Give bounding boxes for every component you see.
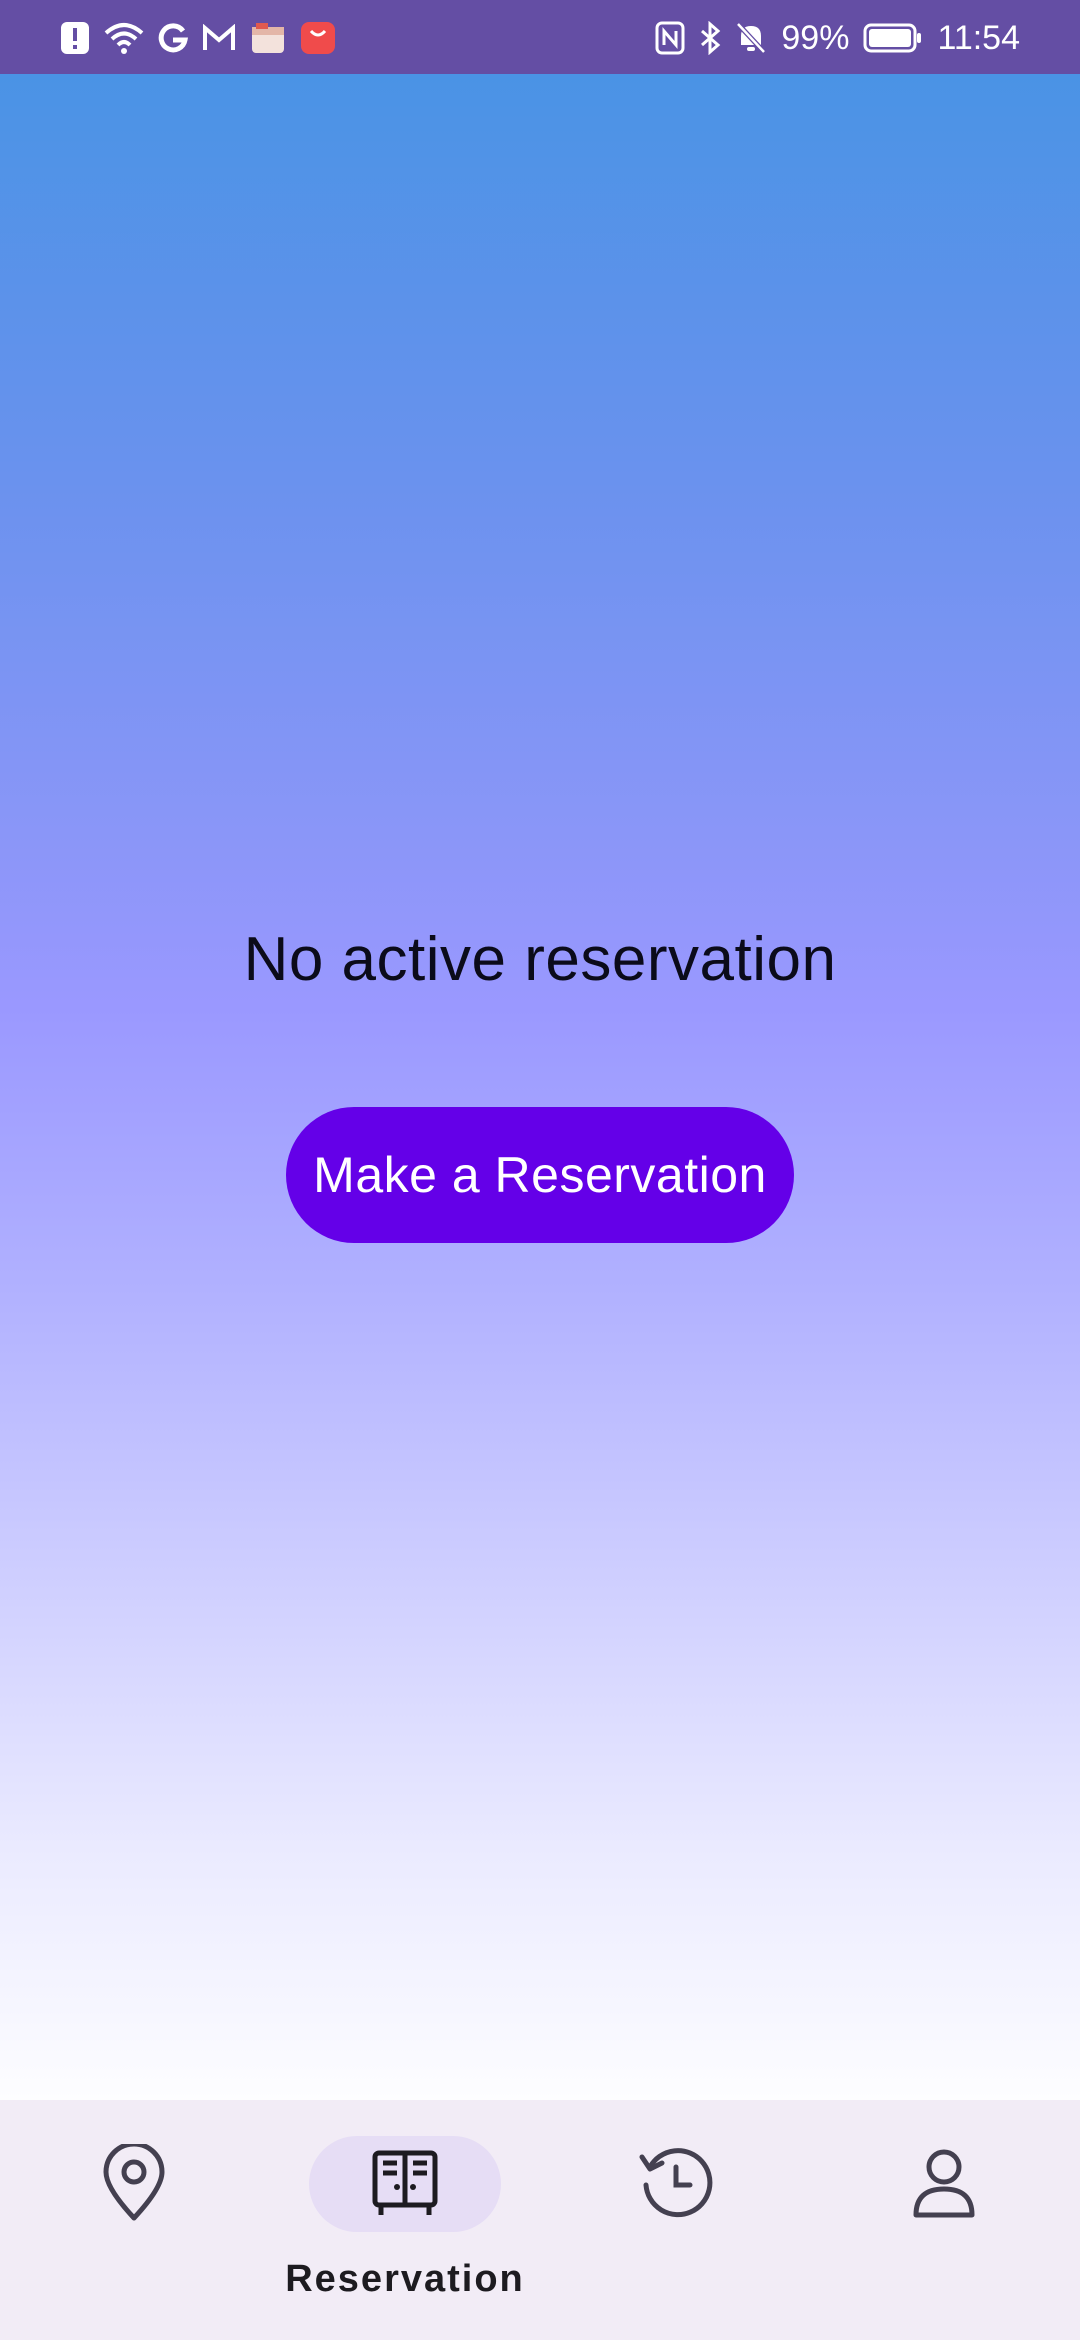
status-bar: 99% 11:54 xyxy=(0,0,1080,74)
google-icon xyxy=(158,20,188,56)
gmail-icon xyxy=(202,20,236,56)
status-right-icons: 99% 11:54 xyxy=(655,18,1020,58)
locker-icon xyxy=(365,2143,445,2223)
clock: 11:54 xyxy=(937,19,1020,57)
bluetooth-icon xyxy=(699,20,721,56)
battery-icon xyxy=(863,20,923,56)
battery-percent: 99% xyxy=(781,19,850,57)
bell-off-icon xyxy=(735,20,767,56)
huawei-store-icon xyxy=(300,20,336,56)
nav-label-reservation[interactable]: Reservation xyxy=(270,2258,540,2301)
nav-item-history[interactable] xyxy=(636,2143,716,2263)
alert-icon xyxy=(60,20,90,56)
location-pin-icon xyxy=(94,2143,174,2223)
reservation-screen: No active reservation Make a Reservation xyxy=(0,74,1080,2100)
wifi-icon xyxy=(104,20,144,56)
status-left-icons xyxy=(60,18,336,58)
nav-item-profile[interactable] xyxy=(904,2143,984,2263)
nav-item-locations[interactable] xyxy=(94,2143,174,2263)
empty-state-message: No active reservation xyxy=(243,925,837,994)
make-reservation-button[interactable]: Make a Reservation xyxy=(286,1107,794,1243)
history-icon xyxy=(636,2143,716,2223)
nfc-icon xyxy=(655,20,685,56)
nav-item-reservation[interactable] xyxy=(365,2143,445,2233)
app-box-icon xyxy=(250,20,286,56)
profile-icon xyxy=(904,2143,984,2223)
